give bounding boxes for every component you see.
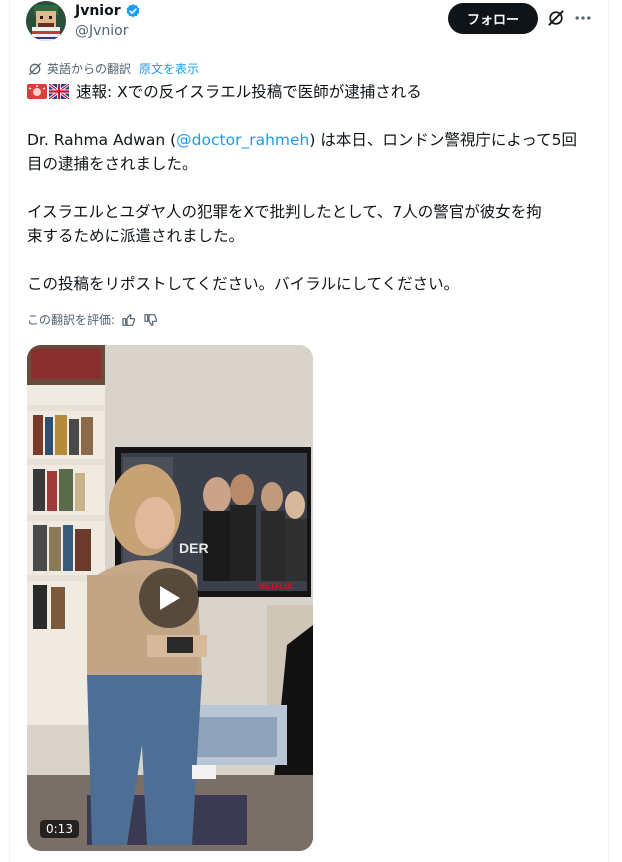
follow-button[interactable]: フォロー [448, 3, 538, 34]
show-original-link[interactable]: 原文を表示 [139, 60, 199, 77]
author-handle[interactable]: @Jvnior [75, 23, 129, 39]
post-p2-suffix: ) は本日、ロンドン警視庁によって5回 [309, 131, 577, 149]
grok-icon[interactable] [546, 8, 566, 28]
author-name-row[interactable]: Jvnior [75, 3, 141, 19]
thumbs-up-icon[interactable] [121, 312, 137, 328]
post-p3-line2: 束するために派遣されました。 [27, 227, 245, 245]
author-name[interactable]: Jvnior [75, 3, 121, 19]
post-p2-prefix: Dr. Rahma Adwan ( [27, 131, 177, 149]
post-headline: 速報: Xでの反イスラエル投稿で医師が逮捕される [27, 80, 597, 104]
rate-translation-label: この翻訳を評価: [27, 313, 116, 327]
avatar[interactable] [26, 1, 66, 41]
video-duration: 0:13 [40, 820, 79, 838]
tv-text: DER [179, 540, 209, 556]
play-icon [160, 586, 180, 610]
translate-icon [29, 62, 41, 75]
translation-row: 英語からの翻訳 原文を表示 [27, 60, 199, 77]
rate-translation-row: この翻訳を評価: [27, 311, 159, 328]
post-p3-line1: イスラエルとユダヤ人の犯罪をXで批判したとして、7人の警官が彼女を拘 [27, 203, 542, 221]
post-p2-line2: 目の逮捕をされました。 [27, 155, 198, 173]
play-button[interactable] [139, 568, 199, 628]
thumbs-down-icon[interactable] [143, 312, 159, 328]
rotating-light-icon [27, 84, 47, 99]
post-paragraph-3: イスラエルとユダヤ人の犯罪をXで批判したとして、7人の警官が彼女を拘 束するため… [27, 200, 597, 248]
more-icon[interactable] [573, 8, 593, 28]
tv-brand-text: NETFLIX [259, 582, 293, 591]
post-paragraph-4: この投稿をリポストしてください。バイラルにしてください。 [27, 275, 460, 293]
avatar-image [26, 1, 66, 41]
mention-link[interactable]: @doctor_rahmeh [176, 131, 309, 149]
translation-label: 英語からの翻訳 [47, 62, 132, 76]
verified-badge-icon [126, 4, 140, 18]
post-paragraph-2: Dr. Rahma Adwan (@doctor_rahmeh) は本日、ロンド… [27, 128, 597, 176]
post-line-1: 速報: Xでの反イスラエル投稿で医師が逮捕される [75, 83, 422, 101]
uk-flag-icon [49, 84, 69, 99]
